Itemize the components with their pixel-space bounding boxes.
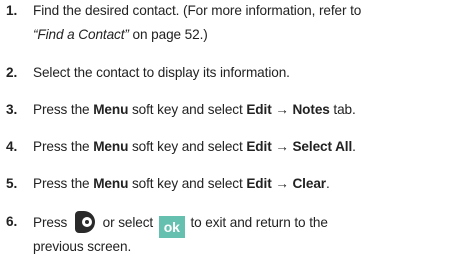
cross-reference-link[interactable]: “Find a Contact”: [33, 27, 129, 42]
menu-path: Edit → Clear: [246, 176, 326, 191]
step-text: Select the contact to display its inform…: [33, 65, 290, 80]
step-text: Press the Menu soft key and select Edit …: [33, 136, 453, 158]
menu-key-label: Menu: [93, 176, 129, 191]
step-text-post: .: [352, 139, 356, 154]
step-text: Press or select ok to exit and return to…: [33, 211, 453, 238]
step-text-mid: soft key and select: [128, 139, 247, 154]
step-number: 5.: [6, 176, 18, 191]
step-text-post: tab.: [329, 102, 356, 117]
step-1-line1: Find the desired contact. (For more info…: [33, 3, 362, 18]
ok-key-icon: [73, 211, 97, 233]
step-number: 3.: [6, 102, 18, 117]
step-number: 6.: [6, 214, 18, 229]
step-text: Find the desired contact. (For more info…: [33, 0, 453, 22]
step-text-mid: soft key and select: [128, 102, 247, 117]
menu-key-label: Menu: [93, 139, 129, 154]
step-number: 1.: [6, 3, 18, 18]
step-text-pre: Press: [33, 215, 68, 230]
step-text: Press the Menu soft key and select Edit …: [33, 99, 453, 121]
step-text: Press the Menu soft key and select Edit …: [33, 173, 453, 195]
step-text-mid: or select: [102, 215, 154, 230]
menu-path: Edit → Select All: [246, 139, 353, 154]
step-text-pre: Press the: [33, 176, 94, 191]
step-text-pre: Press the: [33, 102, 94, 117]
page-reference: on page 52.): [128, 27, 208, 42]
ok-button-icon: ok: [158, 216, 185, 238]
menu-key-label: Menu: [93, 102, 129, 117]
step-number: 2.: [6, 65, 18, 80]
step-text-mid: soft key and select: [128, 176, 247, 191]
step-text: previous screen.: [33, 239, 132, 254]
step-number: 4.: [6, 139, 18, 154]
step-text-post: to exit and return to the: [190, 215, 328, 230]
menu-path: Edit → Notes: [246, 102, 330, 117]
step-text-pre: Press the: [33, 139, 94, 154]
step-text-post: .: [325, 176, 330, 191]
step-text: “Find a Contact” on page 52.): [33, 24, 453, 46]
